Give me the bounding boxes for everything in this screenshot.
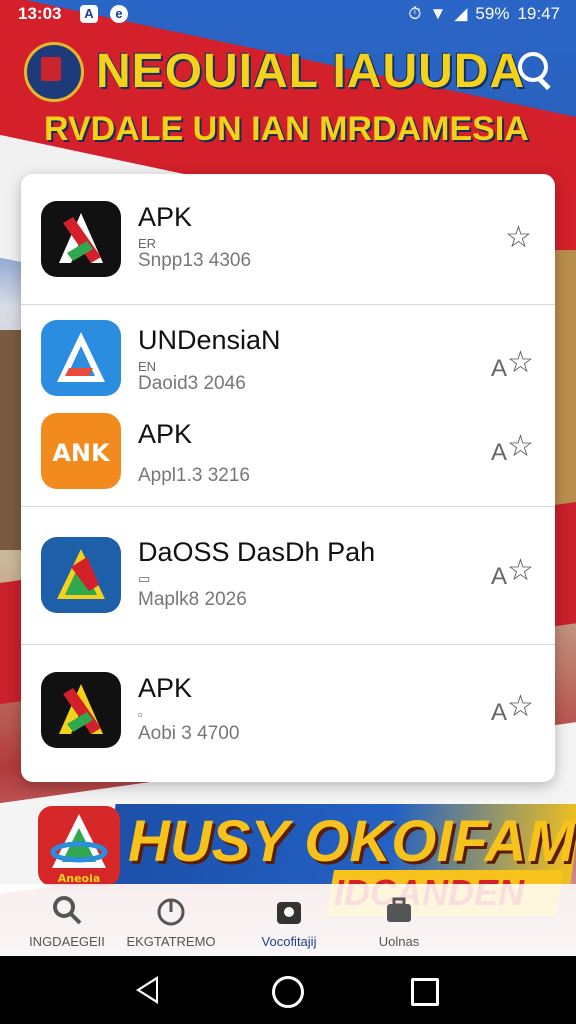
nav-item-status[interactable]: EKGTATREMO	[106, 884, 236, 956]
notification-app-icon-2: e	[110, 5, 128, 23]
nav-label: Uolnas	[378, 934, 420, 949]
banner-app-icon[interactable]: Aneola	[38, 806, 120, 886]
app-name: APK	[138, 419, 193, 449]
star-icon[interactable]: ☆	[505, 220, 532, 255]
nav-item-more[interactable]: Uolnas	[334, 884, 464, 956]
app-name: UNDensiaN	[138, 325, 281, 355]
app-meta: EN	[138, 359, 157, 374]
star-icon[interactable]: ☆	[507, 429, 534, 464]
alarm-icon: ⏱	[408, 4, 422, 23]
page-title: NEOUIAL IAUUDA	[96, 45, 526, 98]
battery-percent: 59%	[475, 4, 510, 23]
anik-logo-icon: ANK	[41, 413, 121, 489]
list-item[interactable]: APK ER Snpp13 4306 ☆	[21, 174, 555, 304]
banner-title: HUSY OKOIFAM	[128, 809, 575, 874]
app-name: APK	[138, 673, 193, 703]
emblem-logo-icon	[24, 42, 84, 102]
bottom-navigation: INGDAEGEII EKGTATREMO Vocofitajij Uolnas	[0, 884, 576, 956]
search-icon	[53, 896, 82, 925]
apk-logo-icon	[41, 201, 121, 277]
star-icon[interactable]: ☆	[507, 689, 534, 724]
system-navigation-bar	[0, 956, 576, 1024]
app-subtitle: Maplk8 2026	[138, 589, 247, 610]
list-item[interactable]: APK ▫ Aobi 3 4700 A ☆	[21, 645, 555, 782]
apk-logo-icon	[41, 672, 121, 748]
app-meta: ▭	[138, 571, 151, 586]
star-prefix: A	[491, 563, 508, 590]
notification-app-icon: A	[80, 5, 98, 23]
wifi-icon: ▼	[429, 4, 447, 23]
recents-button[interactable]	[411, 978, 439, 1006]
svg-text:ANK: ANK	[52, 439, 111, 467]
star-prefix: A	[491, 355, 508, 382]
page-subtitle: RVDALE UN IAN MRDAMESIA	[44, 110, 529, 148]
triangle-logo-icon	[41, 320, 121, 396]
search-button[interactable]	[516, 50, 554, 91]
app-subtitle: Aobi 3 4700	[138, 723, 240, 744]
search-icon	[518, 52, 548, 82]
status-time-right: 19:47	[517, 4, 560, 23]
app-subtitle: Snpp13 4306	[138, 250, 252, 271]
app-name: APK	[138, 202, 193, 232]
app-meta: ER	[138, 236, 157, 251]
status-time-left: 13:03	[18, 4, 62, 23]
status-right: ⏱ ▼ ◢ 59% 19:47	[408, 4, 560, 24]
app-name: DaOSS DasDh Pah	[138, 537, 376, 567]
back-button[interactable]	[136, 976, 158, 1004]
app-list-card: APK ER Snpp13 4306 ☆ UNDensiaN EN Daoid3…	[21, 174, 555, 782]
list-item[interactable]: ANK APK Appl1.3 3216 A ☆	[21, 405, 555, 505]
app-subtitle: Daoid3 2046	[138, 373, 246, 394]
list-item[interactable]: UNDensiaN EN Daoid3 2046 A ☆	[21, 305, 555, 405]
app-meta: ▫	[138, 707, 143, 722]
star-prefix: A	[491, 439, 508, 466]
triangle-logo-icon	[41, 537, 121, 613]
home-button[interactable]	[272, 976, 304, 1008]
star-icon[interactable]: ☆	[507, 345, 534, 380]
star-icon[interactable]: ☆	[507, 553, 534, 588]
signal-icon: ◢	[454, 4, 468, 23]
app-subtitle: Appl1.3 3216	[138, 465, 250, 486]
gauge-icon	[157, 898, 185, 926]
nav-label: EKGTATREMO	[126, 934, 216, 949]
briefcase-icon	[387, 897, 411, 922]
bag-icon	[277, 902, 301, 924]
list-item[interactable]: DaOSS DasDh Pah ▭ Maplk8 2026 A ☆	[21, 507, 555, 643]
status-bar: 13:03 A e ⏱ ▼ ◢ 59% 19:47	[0, 0, 576, 30]
star-prefix: A	[491, 699, 508, 726]
